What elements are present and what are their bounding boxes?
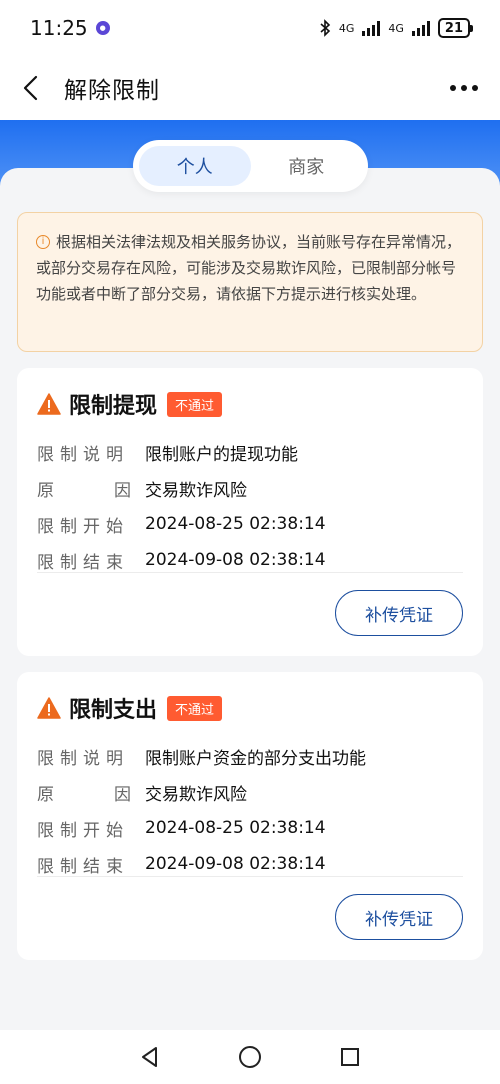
detail-row: 原因交易欺诈风险	[37, 774, 463, 810]
row-label: 限制开始	[37, 516, 129, 537]
warning-icon	[37, 697, 61, 719]
restriction-card-spending: 限制支出 不通过 限制说明 限制账户资金的部分支出功能 原因交易欺诈风险 限制开始…	[17, 672, 483, 960]
detail-row: 限制说明 限制账户的提现功能	[37, 434, 463, 470]
row-label-part: 因	[114, 480, 131, 501]
battery-icon: 21	[437, 18, 474, 38]
detail-row: 原因交易欺诈风险	[37, 470, 463, 506]
info-icon: i	[36, 234, 50, 249]
status-bar: 11:25 ● 4G 4G 21	[0, 0, 500, 56]
detail-row: 限制开始 2024-08-25 02:38:14	[37, 810, 463, 846]
notification-app-icon: ●	[95, 21, 110, 35]
row-label: 限制说明	[37, 444, 129, 465]
status-badge: 不通过	[167, 391, 223, 417]
status-right: 4G 4G 21	[319, 18, 474, 38]
row-value: 交易欺诈风险	[145, 784, 247, 805]
detail-row: 限制开始 2024-08-25 02:38:14	[37, 506, 463, 542]
card-title: 限制提现	[69, 394, 158, 419]
home-circle-icon[interactable]	[235, 1042, 265, 1072]
notice-box: i 根据相关法律法规及相关服务协议，当前账号存在异常情况，或部分交易存在风险，可能…	[17, 212, 483, 352]
row-label: 原因	[37, 780, 131, 805]
page-title: 解除限制	[64, 78, 160, 104]
divider	[37, 572, 463, 573]
card-header: 限制提现 不通过	[37, 388, 463, 420]
upload-proof-button[interactable]: 补传凭证	[335, 894, 463, 940]
bluetooth-icon	[320, 19, 331, 37]
signal-icon-2	[411, 20, 430, 36]
upload-proof-button[interactable]: 补传凭证	[335, 590, 463, 636]
row-label-part: 因	[114, 784, 131, 805]
system-nav-bar	[0, 1030, 500, 1084]
row-value: 限制账户资金的部分支出功能	[145, 748, 366, 769]
status-left: 11:25 ●	[30, 16, 110, 40]
row-label-part: 原	[37, 480, 54, 501]
back-arrow-icon[interactable]	[22, 75, 48, 101]
tab-personal[interactable]: 个人	[139, 146, 251, 186]
row-label: 限制开始	[37, 820, 129, 841]
tab-switcher: 个人 商家	[133, 140, 368, 192]
status-badge: 不通过	[167, 695, 223, 721]
card-header: 限制支出 不通过	[37, 692, 463, 724]
detail-rows: 限制说明 限制账户的提现功能 原因交易欺诈风险 限制开始 2024-08-25 02…	[37, 434, 463, 578]
notice-text: 根据相关法律法规及相关服务协议，当前账号存在异常情况，或部分交易存在风险，可能涉…	[36, 233, 462, 303]
row-value: 2024-09-08 02:38:14	[145, 854, 326, 874]
warning-icon	[37, 393, 61, 415]
row-value: 2024-08-25 02:38:14	[145, 818, 326, 838]
recents-square-icon[interactable]	[335, 1042, 365, 1072]
back-triangle-icon[interactable]	[135, 1042, 165, 1072]
nav-bar: 解除限制	[0, 56, 500, 120]
row-label: 原因	[37, 476, 131, 501]
row-label: 限制说明	[37, 748, 129, 769]
network-label-1: 4G	[338, 21, 355, 35]
row-label-part: 原	[37, 784, 54, 805]
detail-row: 限制说明 限制账户资金的部分支出功能	[37, 738, 463, 774]
row-value: 限制账户的提现功能	[145, 444, 298, 465]
row-value: 交易欺诈风险	[145, 480, 247, 501]
row-value: 2024-09-08 02:38:14	[145, 550, 326, 570]
detail-rows: 限制说明 限制账户资金的部分支出功能 原因交易欺诈风险 限制开始 2024-08-2…	[37, 738, 463, 882]
card-title: 限制支出	[69, 698, 158, 723]
more-options-icon[interactable]	[450, 85, 478, 91]
row-value: 2024-08-25 02:38:14	[145, 514, 326, 534]
status-time: 11:25	[30, 16, 88, 40]
row-label: 限制结束	[37, 856, 129, 877]
divider	[37, 876, 463, 877]
restriction-card-withdraw: 限制提现 不通过 限制说明 限制账户的提现功能 原因交易欺诈风险 限制开始 2024…	[17, 368, 483, 656]
row-label: 限制结束	[37, 552, 129, 573]
signal-icon-1	[362, 20, 381, 36]
network-label-2: 4G	[388, 21, 404, 35]
tab-merchant[interactable]: 商家	[251, 146, 363, 186]
